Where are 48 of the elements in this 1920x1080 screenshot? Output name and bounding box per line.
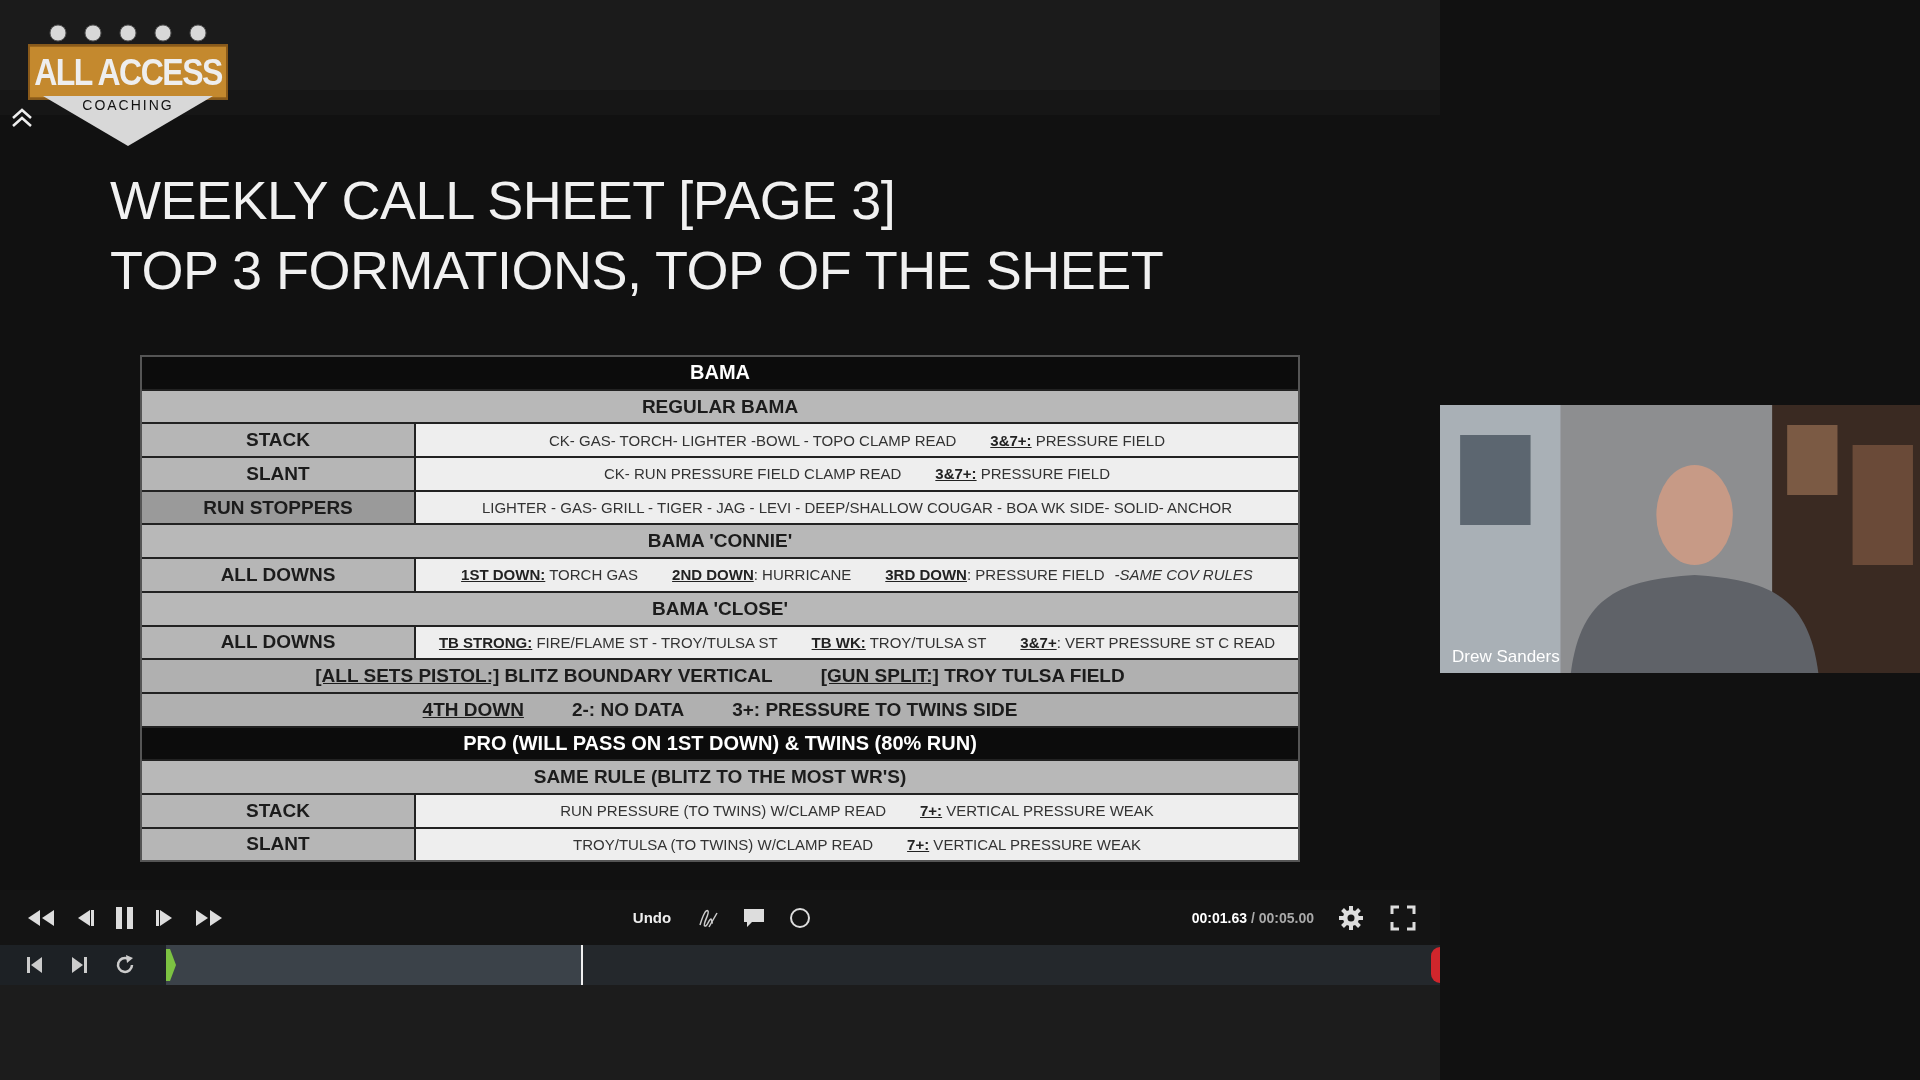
- table-cell-text: RUN PRESSURE (TO TWINS) W/CLAMP READ: [560, 802, 886, 820]
- band-text: [GUN SPLIT:] TROY TULSA FIELD: [820, 665, 1125, 688]
- participant-name: Drew Sanders: [1452, 647, 1560, 667]
- table-cell-text: 7+: VERTICAL PRESSURE WEAK: [907, 835, 1141, 853]
- table-header: PRO (WILL PASS ON 1ST DOWN) & TWINS (80% RUN): [463, 731, 977, 755]
- table-cell-text: LIGHTER - GAS- GRILL - TIGER - JAG - LEVI - DEEP/SHALLOW COUGAR - BOA WK SIDE- SOLID- ANCHOR: [481, 499, 1233, 517]
- section-heading: BAMA 'CLOSE': [651, 597, 789, 620]
- time-display: 00:01.63 / 00:05.00: [1191, 909, 1314, 926]
- table-cell-text: TB STRONG: FIRE/FLAME ST - TROY/TULSA ST: [438, 633, 778, 651]
- band-text: 2-: NO DATA: [571, 698, 685, 721]
- section-heading: BAMA 'CONNIE': [647, 530, 793, 553]
- row-label: ALL DOWNS: [142, 626, 414, 659]
- table-cell-text: TB WK: TROY/TULSA ST: [811, 633, 987, 651]
- row-label: ALL DOWNS: [142, 559, 414, 591]
- row-label: STACK: [142, 794, 414, 827]
- table-cell-text: 3&7+: PRESSURE FIELD: [935, 465, 1110, 483]
- ball-icon: [189, 24, 207, 42]
- playhead[interactable]: [581, 945, 584, 985]
- logo-title: ALL ACCESS: [28, 44, 228, 100]
- slide-title: WEEKLY CALL SHEET [PAGE 3]: [110, 169, 897, 232]
- table-cell-text: 3&7+: PRESSURE FIELD: [990, 431, 1165, 449]
- ball-icon: [119, 24, 137, 42]
- section-heading: REGULAR BAMA: [641, 395, 799, 418]
- undo-button[interactable]: Undo: [628, 907, 676, 928]
- table-cell-text: TROY/TULSA (TO TWINS) W/CLAMP READ: [573, 835, 874, 853]
- row-label: STACK: [142, 424, 414, 457]
- band-text: 4TH DOWN: [422, 698, 524, 721]
- table-cell-text: 3RD DOWN: PRESSURE FIELD -SAME COV RULES: [885, 566, 1253, 584]
- row-label: SLANT: [142, 828, 414, 861]
- table-cell-text: CK- RUN PRESSURE FIELD CLAMP READ: [604, 465, 902, 483]
- row-label: SLANT: [142, 458, 414, 490]
- start-marker[interactable]: [166, 949, 176, 981]
- table-cell-text: CK- GAS- TORCH- LIGHTER -BOWL - TOPO CLAMP READ: [549, 431, 957, 449]
- slide-title: TOP 3 FORMATIONS, TOP OF THE SHEET: [110, 239, 1165, 302]
- table-cell-text: 3&7+: VERT PRESSURE ST C READ: [1020, 633, 1276, 651]
- table-cell-text: 7+: VERTICAL PRESSURE WEAK: [920, 802, 1154, 820]
- row-label: RUN STOPPERS: [142, 491, 414, 524]
- ball-icon: [154, 24, 172, 42]
- band-text: [ALL SETS PISTOL:] BLITZ BOUNDARY VERTICAL: [315, 665, 773, 688]
- table-header: BAMA: [690, 361, 750, 385]
- collapse-icon[interactable]: [10, 107, 34, 129]
- section-heading: SAME RULE (BLITZ TO THE MOST WR'S): [533, 766, 907, 789]
- ball-icon: [84, 24, 102, 42]
- table-cell-text: 1ST DOWN: TORCH GAS: [461, 566, 639, 584]
- ball-icon: [49, 24, 67, 42]
- band-text: 3+: PRESSURE TO TWINS SIDE: [732, 698, 1018, 721]
- table-cell-text: 2ND DOWN: HURRICANE: [672, 566, 852, 584]
- end-marker[interactable]: [1431, 947, 1440, 983]
